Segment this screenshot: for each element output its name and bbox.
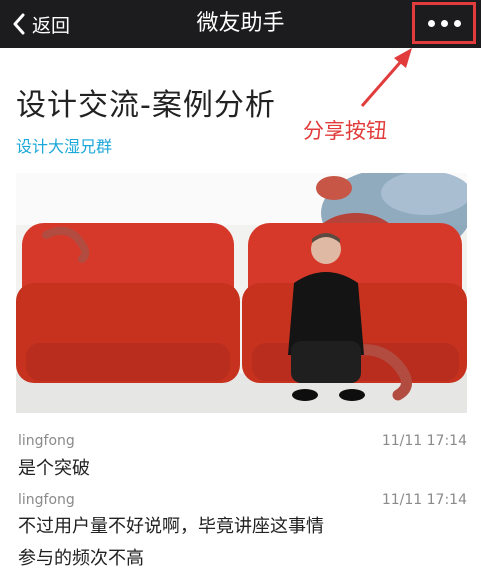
page-title: 微友助手 [196, 11, 285, 36]
comment-text: 参与的频次不高 [18, 548, 144, 569]
more-horizontal-icon [427, 19, 435, 27]
comment-time: 11/11 17:14 [381, 492, 467, 508]
article-title: 设计交流-案例分析 [16, 88, 276, 123]
comment-author: lingfong [18, 492, 75, 508]
comment-text: 是个突破 [18, 458, 90, 479]
annotation-label: 分享按钮 [303, 119, 387, 143]
more-button[interactable] [412, 2, 476, 44]
article-hero-image[interactable] [16, 173, 467, 413]
group-link[interactable]: 设计大湿兄群 [16, 133, 112, 157]
navbar: 返回 微友助手 [0, 0, 481, 48]
more-horizontal-icon [440, 19, 448, 27]
comment-author: lingfong [18, 433, 75, 449]
more-horizontal-icon [453, 19, 461, 27]
comment-time: 11/11 17:14 [381, 433, 467, 449]
comment-text: 不过用户量不好说啊，毕竟讲座这事情 [18, 516, 324, 537]
